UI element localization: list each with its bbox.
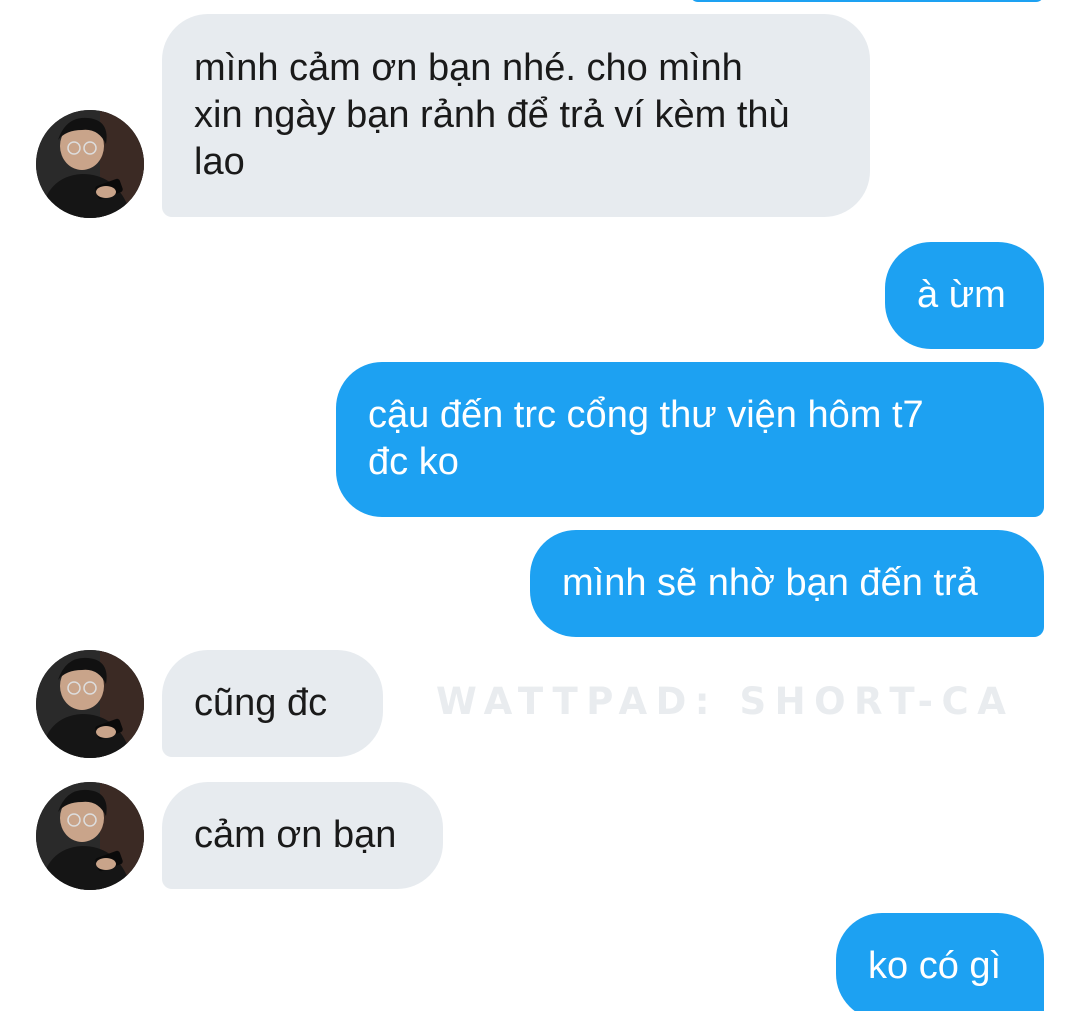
outgoing-message-bubble-partial[interactable] bbox=[690, 0, 1044, 2]
outgoing-message-bubble[interactable]: à ừm bbox=[885, 242, 1044, 349]
avatar-photo-icon bbox=[36, 650, 144, 758]
watermark-text: WATTPAD: SHORT-CA bbox=[436, 680, 1015, 723]
avatar-icon[interactable] bbox=[36, 782, 144, 890]
avatar-photo-icon bbox=[36, 782, 144, 890]
outgoing-message-bubble[interactable]: ko có gì bbox=[836, 913, 1044, 1011]
avatar-icon[interactable] bbox=[36, 110, 144, 218]
avatar-icon[interactable] bbox=[36, 650, 144, 758]
chat-screen: mình cảm ơn bạn nhé. cho mình xin ngày b… bbox=[0, 0, 1080, 1011]
incoming-message-bubble[interactable]: cảm ơn bạn bbox=[162, 782, 443, 889]
incoming-message-bubble[interactable]: mình cảm ơn bạn nhé. cho mình xin ngày b… bbox=[162, 14, 870, 217]
incoming-message-bubble[interactable]: cũng đc bbox=[162, 650, 383, 757]
outgoing-message-bubble[interactable]: cậu đến trc cổng thư viện hôm t7 đc ko bbox=[336, 362, 1044, 517]
avatar-photo-icon bbox=[36, 110, 144, 218]
outgoing-message-bubble[interactable]: mình sẽ nhờ bạn đến trả bbox=[530, 530, 1044, 637]
